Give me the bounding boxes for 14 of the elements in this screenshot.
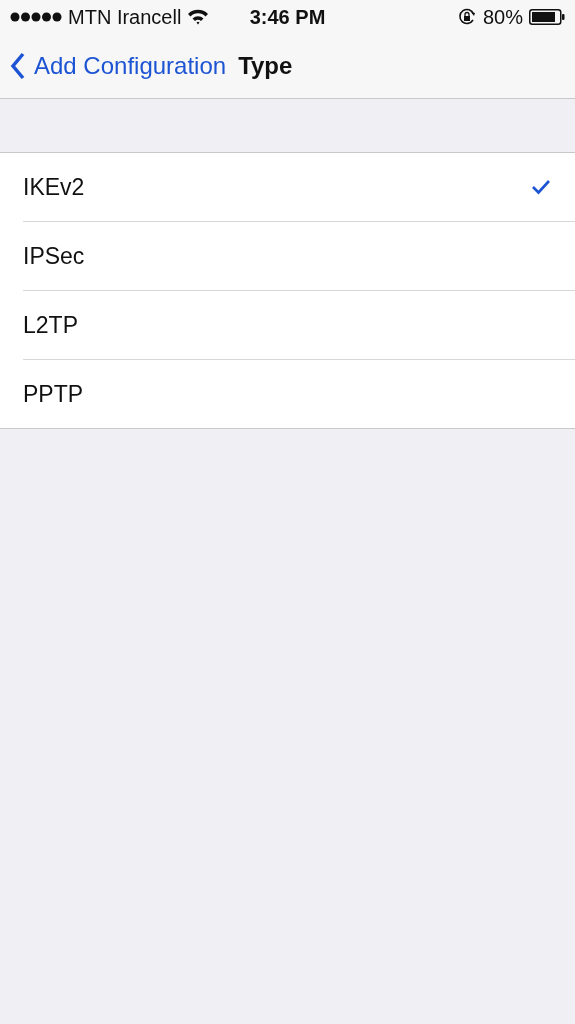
clock-time: 3:46 PM xyxy=(249,5,326,29)
page-title: Type xyxy=(238,52,293,80)
battery-icon xyxy=(529,9,565,25)
rotation-lock-icon xyxy=(456,7,477,27)
option-label[interactable]: IPSec xyxy=(23,242,551,270)
signal-icon xyxy=(10,12,62,22)
back-chevron-icon xyxy=(10,52,26,80)
option-label[interactable]: L2TP xyxy=(23,311,551,339)
option-label[interactable]: IKEv2 xyxy=(23,173,531,201)
carrier-name: MTN Irancell xyxy=(68,5,182,29)
option-label[interactable]: PPTP xyxy=(23,380,551,408)
back-button[interactable]: Add Configuration xyxy=(10,52,227,80)
battery-percent: 80% xyxy=(482,5,523,29)
wifi-icon xyxy=(187,9,210,25)
